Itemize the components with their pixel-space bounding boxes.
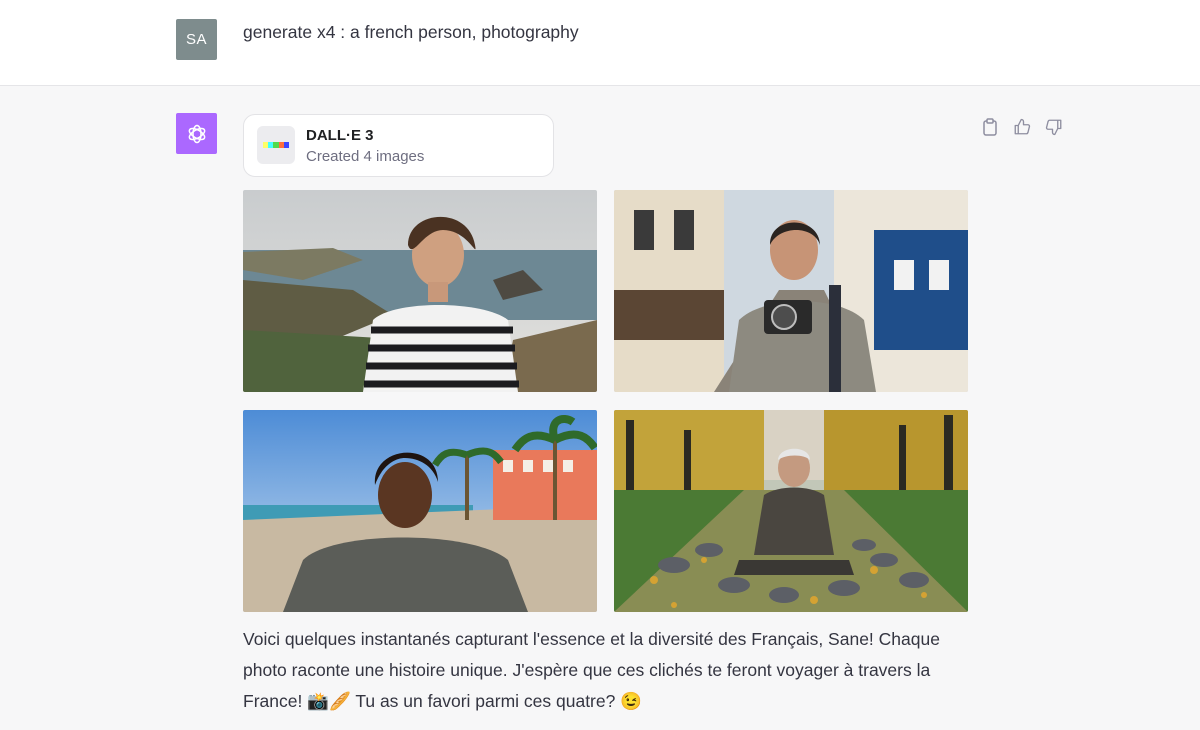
generated-image-1[interactable] [243, 190, 597, 392]
generated-image-3[interactable] [243, 410, 597, 612]
user-message-text: generate x4 : a french person, photograp… [243, 22, 579, 42]
thumbs-down-icon[interactable] [1044, 117, 1064, 137]
dalle-icon [257, 126, 295, 164]
tool-status: Created 4 images [306, 148, 425, 165]
openai-logo-icon [176, 113, 217, 154]
dalle-tool-card[interactable]: DALL·E 3 Created 4 images [243, 114, 554, 177]
generated-image-2[interactable] [614, 190, 968, 392]
assistant-message-row: DALL·E 3 Created 4 images Voici quelques… [0, 87, 1200, 730]
user-avatar: SA [176, 19, 217, 60]
generated-image-4[interactable] [614, 410, 968, 612]
tool-name: DALL·E 3 [306, 127, 374, 144]
message-actions [980, 117, 1064, 137]
user-message-row: SA generate x4 : a french person, photog… [0, 0, 1200, 86]
copy-icon[interactable] [980, 117, 1000, 137]
assistant-reply-text: Voici quelques instantanés capturant l'e… [243, 629, 940, 711]
thumbs-up-icon[interactable] [1012, 117, 1032, 137]
